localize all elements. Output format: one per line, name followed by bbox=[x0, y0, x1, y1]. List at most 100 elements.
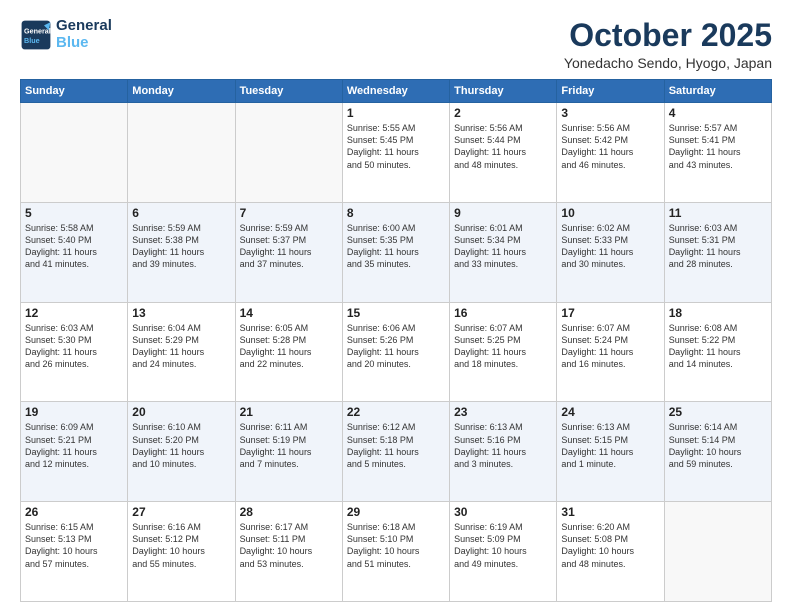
day-info: Sunrise: 6:20 AM Sunset: 5:08 PM Dayligh… bbox=[561, 521, 659, 570]
day-info: Sunrise: 6:00 AM Sunset: 5:35 PM Dayligh… bbox=[347, 222, 445, 271]
calendar-cell: 11 Sunrise: 6:03 AM Sunset: 5:31 PM Dayli… bbox=[664, 202, 771, 302]
weekday-header-sunday: Sunday bbox=[21, 80, 128, 103]
calendar-cell bbox=[128, 103, 235, 203]
logo: General Blue General Blue bbox=[20, 18, 112, 51]
day-info: Sunrise: 6:18 AM Sunset: 5:10 PM Dayligh… bbox=[347, 521, 445, 570]
header: General Blue General Blue October 2025 Y… bbox=[20, 18, 772, 71]
calendar-cell: 5Sunrise: 5:58 AM Sunset: 5:40 PM Daylig… bbox=[21, 202, 128, 302]
day-info: Sunrise: 6:07 AM Sunset: 5:24 PM Dayligh… bbox=[561, 322, 659, 371]
calendar-cell: 8 Sunrise: 6:00 AM Sunset: 5:35 PM Daylig… bbox=[342, 202, 449, 302]
day-number: 8 bbox=[347, 206, 445, 220]
day-number: 20 bbox=[132, 405, 230, 419]
calendar-cell: 12 Sunrise: 6:03 AM Sunset: 5:30 PM Dayli… bbox=[21, 302, 128, 402]
calendar-cell bbox=[664, 502, 771, 602]
day-number: 3 bbox=[561, 106, 659, 120]
day-number: 6 bbox=[132, 206, 230, 220]
day-info: Sunrise: 6:06 AM Sunset: 5:26 PM Dayligh… bbox=[347, 322, 445, 371]
day-number: 31 bbox=[561, 505, 659, 519]
calendar-table: SundayMondayTuesdayWednesdayThursdayFrid… bbox=[20, 79, 772, 602]
calendar-cell: 22 Sunrise: 6:12 AM Sunset: 5:18 PM Dayli… bbox=[342, 402, 449, 502]
day-number: 28 bbox=[240, 505, 338, 519]
logo-icon: General Blue bbox=[20, 19, 52, 51]
weekday-header-wednesday: Wednesday bbox=[342, 80, 449, 103]
calendar-cell: 1Sunrise: 5:55 AM Sunset: 5:45 PM Daylig… bbox=[342, 103, 449, 203]
day-info: Sunrise: 5:58 AM Sunset: 5:40 PM Dayligh… bbox=[25, 222, 123, 271]
day-number: 12 bbox=[25, 306, 123, 320]
day-number: 18 bbox=[669, 306, 767, 320]
calendar-cell: 10 Sunrise: 6:02 AM Sunset: 5:33 PM Dayli… bbox=[557, 202, 664, 302]
calendar-cell: 16 Sunrise: 6:07 AM Sunset: 5:25 PM Dayli… bbox=[450, 302, 557, 402]
weekday-header-tuesday: Tuesday bbox=[235, 80, 342, 103]
calendar-cell: 17 Sunrise: 6:07 AM Sunset: 5:24 PM Dayli… bbox=[557, 302, 664, 402]
calendar-cell: 18Sunrise: 6:08 AM Sunset: 5:22 PM Dayli… bbox=[664, 302, 771, 402]
calendar-week-row: 26Sunrise: 6:15 AM Sunset: 5:13 PM Dayli… bbox=[21, 502, 772, 602]
day-info: Sunrise: 5:59 AM Sunset: 5:38 PM Dayligh… bbox=[132, 222, 230, 271]
day-info: Sunrise: 6:16 AM Sunset: 5:12 PM Dayligh… bbox=[132, 521, 230, 570]
day-number: 23 bbox=[454, 405, 552, 419]
day-info: Sunrise: 6:14 AM Sunset: 5:14 PM Dayligh… bbox=[669, 421, 767, 470]
day-number: 29 bbox=[347, 505, 445, 519]
day-number: 13 bbox=[132, 306, 230, 320]
calendar-week-row: 1Sunrise: 5:55 AM Sunset: 5:45 PM Daylig… bbox=[21, 103, 772, 203]
day-info: Sunrise: 6:11 AM Sunset: 5:19 PM Dayligh… bbox=[240, 421, 338, 470]
day-number: 22 bbox=[347, 405, 445, 419]
day-info: Sunrise: 5:56 AM Sunset: 5:42 PM Dayligh… bbox=[561, 122, 659, 171]
calendar-cell: 13Sunrise: 6:04 AM Sunset: 5:29 PM Dayli… bbox=[128, 302, 235, 402]
day-info: Sunrise: 6:03 AM Sunset: 5:30 PM Dayligh… bbox=[25, 322, 123, 371]
day-info: Sunrise: 6:02 AM Sunset: 5:33 PM Dayligh… bbox=[561, 222, 659, 271]
day-info: Sunrise: 6:07 AM Sunset: 5:25 PM Dayligh… bbox=[454, 322, 552, 371]
day-info: Sunrise: 6:09 AM Sunset: 5:21 PM Dayligh… bbox=[25, 421, 123, 470]
day-info: Sunrise: 6:12 AM Sunset: 5:18 PM Dayligh… bbox=[347, 421, 445, 470]
weekday-header-row: SundayMondayTuesdayWednesdayThursdayFrid… bbox=[21, 80, 772, 103]
calendar-cell: 2 Sunrise: 5:56 AM Sunset: 5:44 PM Daylig… bbox=[450, 103, 557, 203]
calendar-cell: 23 Sunrise: 6:13 AM Sunset: 5:16 PM Dayli… bbox=[450, 402, 557, 502]
calendar-cell bbox=[21, 103, 128, 203]
day-number: 10 bbox=[561, 206, 659, 220]
calendar-cell: 20 Sunrise: 6:10 AM Sunset: 5:20 PM Dayli… bbox=[128, 402, 235, 502]
calendar-week-row: 12 Sunrise: 6:03 AM Sunset: 5:30 PM Dayli… bbox=[21, 302, 772, 402]
day-info: Sunrise: 6:05 AM Sunset: 5:28 PM Dayligh… bbox=[240, 322, 338, 371]
day-number: 1 bbox=[347, 106, 445, 120]
day-number: 7 bbox=[240, 206, 338, 220]
day-number: 30 bbox=[454, 505, 552, 519]
day-number: 26 bbox=[25, 505, 123, 519]
calendar-cell: 27Sunrise: 6:16 AM Sunset: 5:12 PM Dayli… bbox=[128, 502, 235, 602]
weekday-header-saturday: Saturday bbox=[664, 80, 771, 103]
calendar-cell: 6 Sunrise: 5:59 AM Sunset: 5:38 PM Daylig… bbox=[128, 202, 235, 302]
logo-text: General Blue bbox=[56, 18, 112, 51]
day-number: 16 bbox=[454, 306, 552, 320]
calendar-cell: 31 Sunrise: 6:20 AM Sunset: 5:08 PM Dayli… bbox=[557, 502, 664, 602]
day-number: 11 bbox=[669, 206, 767, 220]
calendar-cell: 21Sunrise: 6:11 AM Sunset: 5:19 PM Dayli… bbox=[235, 402, 342, 502]
weekday-header-thursday: Thursday bbox=[450, 80, 557, 103]
day-info: Sunrise: 6:13 AM Sunset: 5:16 PM Dayligh… bbox=[454, 421, 552, 470]
day-number: 19 bbox=[25, 405, 123, 419]
day-info: Sunrise: 6:03 AM Sunset: 5:31 PM Dayligh… bbox=[669, 222, 767, 271]
month-title: October 2025 bbox=[564, 18, 772, 53]
title-block: October 2025 Yonedacho Sendo, Hyogo, Jap… bbox=[564, 18, 772, 71]
svg-text:Blue: Blue bbox=[24, 36, 40, 45]
day-number: 14 bbox=[240, 306, 338, 320]
weekday-header-friday: Friday bbox=[557, 80, 664, 103]
calendar-cell: 9 Sunrise: 6:01 AM Sunset: 5:34 PM Daylig… bbox=[450, 202, 557, 302]
page: General Blue General Blue October 2025 Y… bbox=[0, 0, 792, 612]
calendar-cell: 28 Sunrise: 6:17 AM Sunset: 5:11 PM Dayli… bbox=[235, 502, 342, 602]
calendar-cell: 15Sunrise: 6:06 AM Sunset: 5:26 PM Dayli… bbox=[342, 302, 449, 402]
calendar-week-row: 19 Sunrise: 6:09 AM Sunset: 5:21 PM Dayli… bbox=[21, 402, 772, 502]
day-number: 17 bbox=[561, 306, 659, 320]
calendar-cell bbox=[235, 103, 342, 203]
day-info: Sunrise: 5:57 AM Sunset: 5:41 PM Dayligh… bbox=[669, 122, 767, 171]
weekday-header-monday: Monday bbox=[128, 80, 235, 103]
day-info: Sunrise: 6:01 AM Sunset: 5:34 PM Dayligh… bbox=[454, 222, 552, 271]
day-number: 9 bbox=[454, 206, 552, 220]
day-info: Sunrise: 6:17 AM Sunset: 5:11 PM Dayligh… bbox=[240, 521, 338, 570]
day-number: 25 bbox=[669, 405, 767, 419]
day-number: 2 bbox=[454, 106, 552, 120]
day-info: Sunrise: 6:13 AM Sunset: 5:15 PM Dayligh… bbox=[561, 421, 659, 470]
day-info: Sunrise: 6:10 AM Sunset: 5:20 PM Dayligh… bbox=[132, 421, 230, 470]
calendar-cell: 24Sunrise: 6:13 AM Sunset: 5:15 PM Dayli… bbox=[557, 402, 664, 502]
calendar-cell: 4Sunrise: 5:57 AM Sunset: 5:41 PM Daylig… bbox=[664, 103, 771, 203]
day-info: Sunrise: 5:56 AM Sunset: 5:44 PM Dayligh… bbox=[454, 122, 552, 171]
calendar-cell: 3 Sunrise: 5:56 AM Sunset: 5:42 PM Daylig… bbox=[557, 103, 664, 203]
day-info: Sunrise: 6:19 AM Sunset: 5:09 PM Dayligh… bbox=[454, 521, 552, 570]
